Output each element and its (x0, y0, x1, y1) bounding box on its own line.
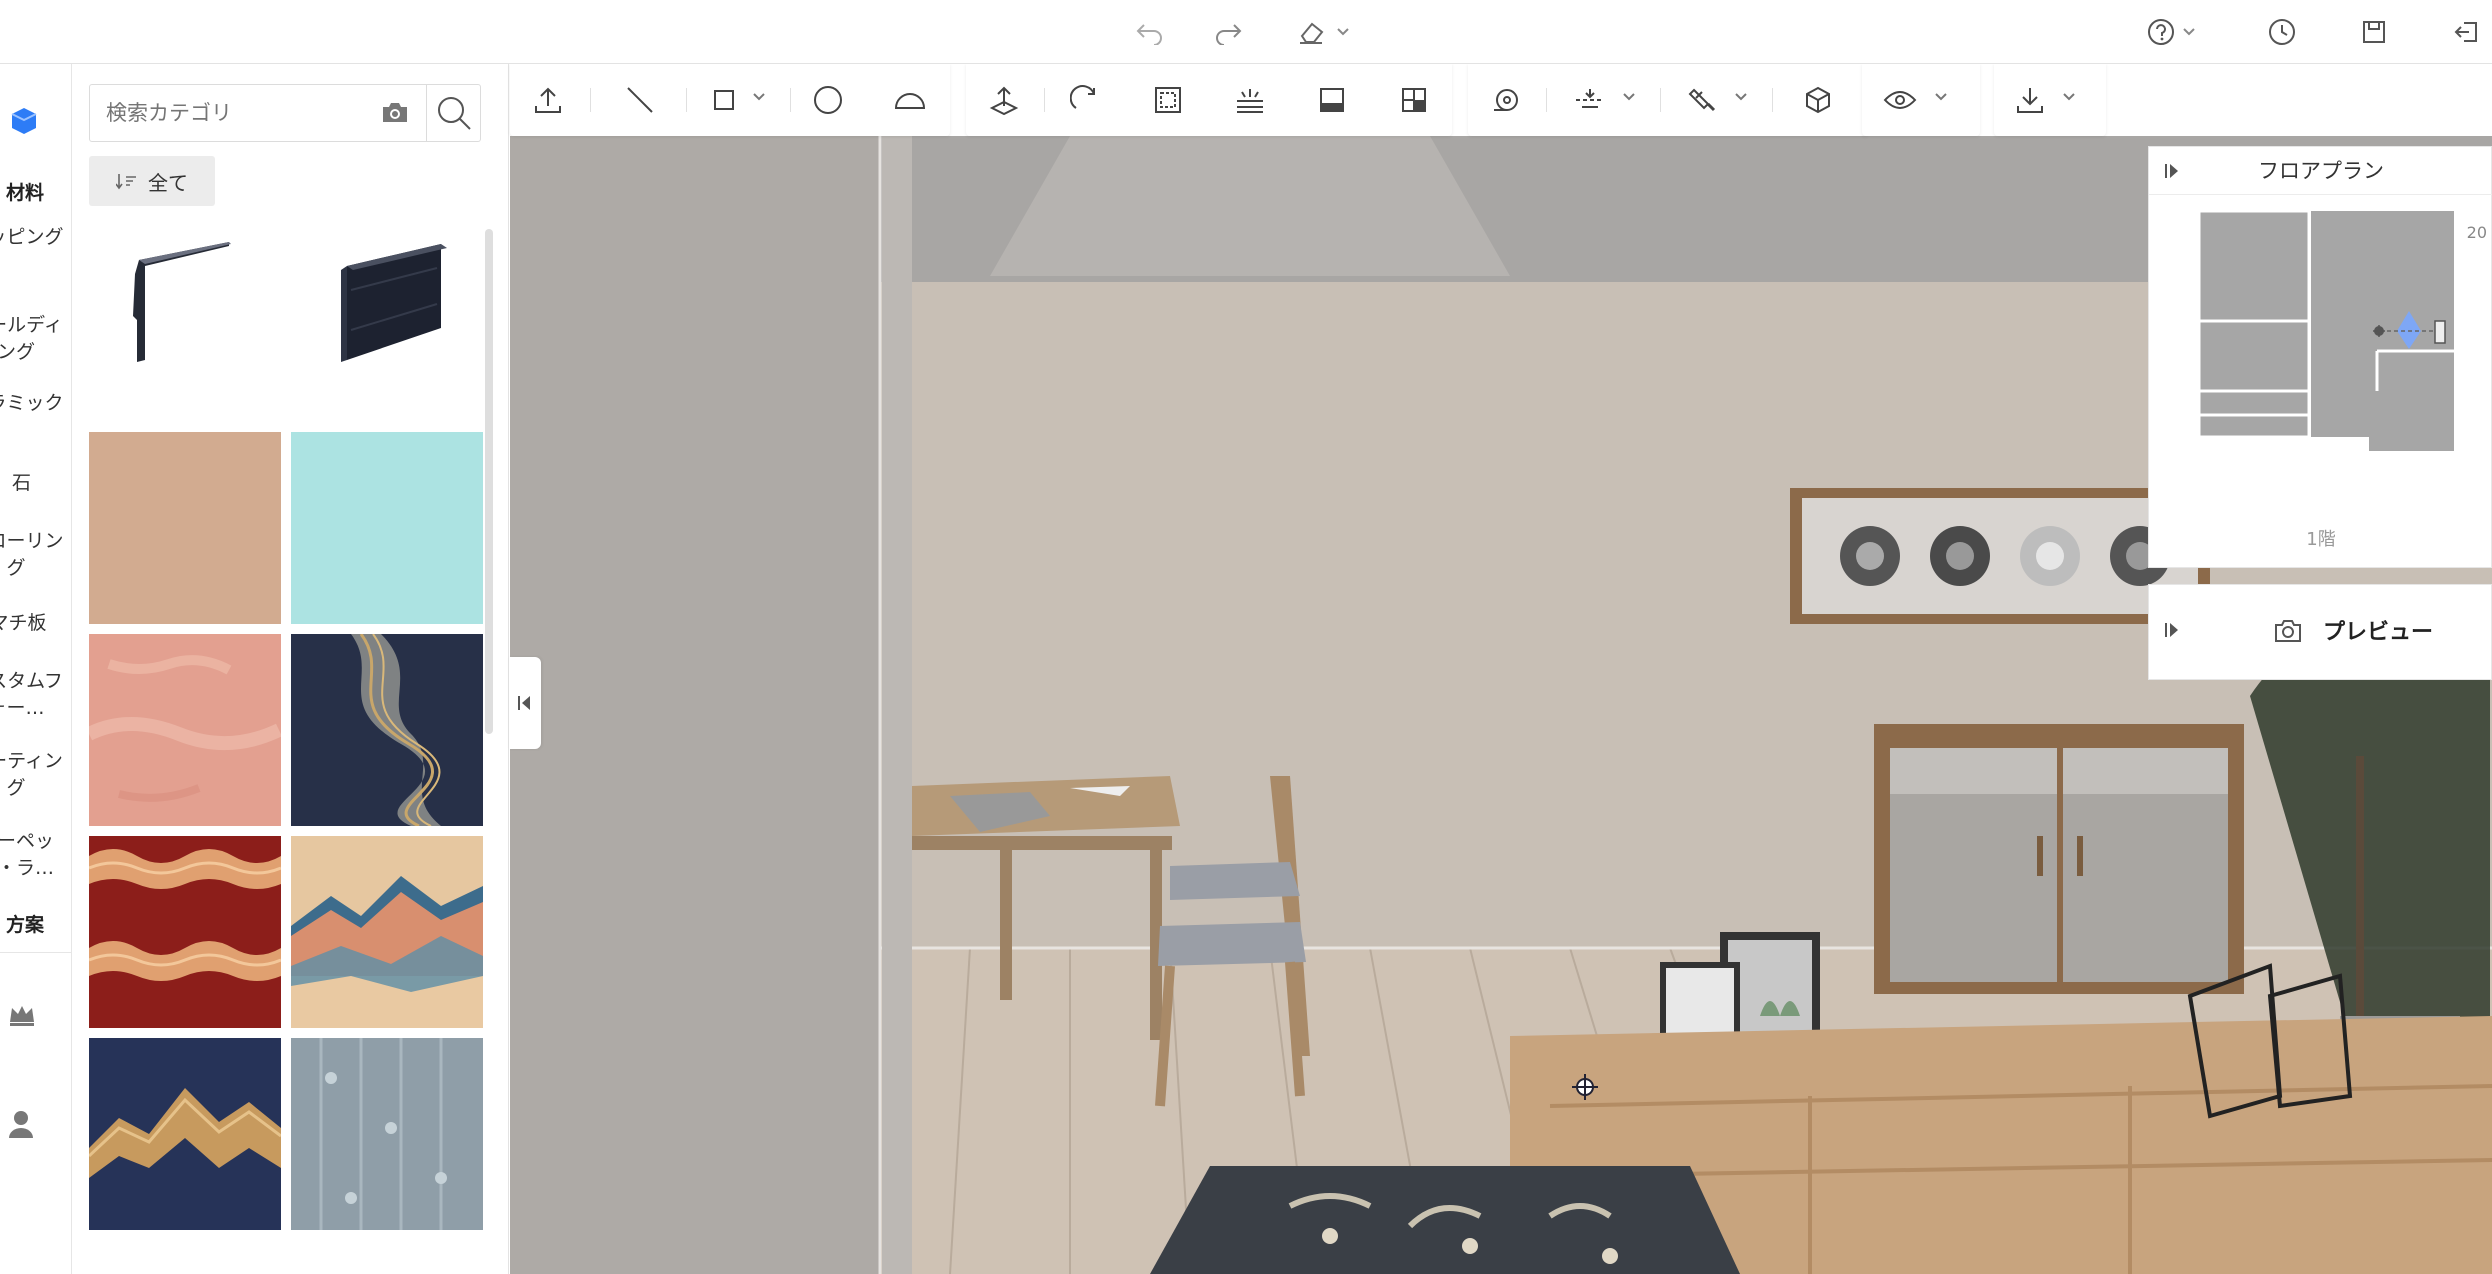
paint-brush-icon[interactable] (1680, 78, 1724, 122)
panel-scrollbar[interactable] (485, 229, 493, 734)
toolbar-group-tools (1468, 64, 1868, 136)
layout-icon[interactable] (1392, 78, 1436, 122)
rail-item-ceramic[interactable]: セラミック (0, 390, 71, 446)
user-icon[interactable] (6, 1108, 36, 1144)
arc-tool-icon[interactable] (888, 78, 932, 122)
material-tile-molding-profile[interactable] (89, 230, 281, 422)
material-tile-red-waves[interactable] (89, 836, 281, 1028)
floorplan-header: フロアプラン (2149, 147, 2492, 195)
exit-icon[interactable] (2446, 10, 2486, 54)
chevron-down-icon (2183, 28, 2195, 36)
material-tile-salmon[interactable] (89, 634, 281, 826)
search-button[interactable] (434, 93, 474, 137)
material-tile-tan[interactable] (89, 432, 281, 624)
rail-item-wrapping[interactable]: ラッピング (0, 224, 71, 280)
toolbar-divider (1772, 88, 1773, 112)
chevron-down-icon[interactable] (2062, 92, 2076, 102)
rail-item-custom-form[interactable]: カスタムフォー… (0, 668, 71, 724)
material-tile-navy-mountains[interactable] (89, 1038, 281, 1230)
toolbar-group-view (1862, 64, 1980, 136)
visibility-icon[interactable] (1878, 78, 1922, 122)
ceiling-light-icon[interactable] (1228, 78, 1272, 122)
toolbar-group-edit (966, 64, 1452, 136)
toolbar-divider (1660, 88, 1661, 112)
sort-icon (116, 174, 136, 190)
toolbar-divider (790, 88, 791, 112)
floorplan-title: フロアプラン (2258, 159, 2384, 183)
eraser-dropdown[interactable] (1288, 10, 1358, 54)
expand-toggle-icon[interactable] (2163, 621, 2181, 643)
search-box (89, 84, 481, 142)
floorplan-panel: フロアプラン 20 1階 (2148, 146, 2492, 568)
chevron-down-icon[interactable] (1734, 92, 1748, 102)
floor-label[interactable]: 1階 (2149, 525, 2492, 551)
select-area-icon[interactable] (1146, 78, 1190, 122)
redo-icon[interactable] (1208, 10, 1248, 54)
rail-item-coating[interactable]: コーティング (0, 748, 71, 804)
move-gizmo-icon[interactable] (1570, 1072, 1600, 1106)
save-icon[interactable] (2354, 10, 2394, 54)
toolbar-divider (686, 88, 687, 112)
search-input[interactable] (90, 85, 370, 141)
chevron-down-icon[interactable] (1622, 92, 1636, 102)
material-tile-navy-marble[interactable] (291, 634, 483, 826)
rail-item-panel[interactable]: マチ板 (0, 610, 71, 640)
floorplan-scale: 20 (2466, 223, 2487, 242)
rectangle-tool-icon[interactable] (702, 78, 746, 122)
chevron-down-icon[interactable] (1934, 92, 1948, 102)
rail-heading-materials[interactable]: 材料 (0, 180, 71, 207)
upload-icon[interactable] (526, 78, 570, 122)
rail-item-flooring[interactable]: フローリング (0, 528, 71, 584)
align-icon[interactable] (1568, 78, 1612, 122)
measure-tape-icon[interactable] (1484, 78, 1528, 122)
toolbar-group-draw (510, 64, 950, 136)
crown-icon[interactable] (6, 1000, 38, 1032)
rail-item-stone[interactable]: 石 (0, 470, 71, 500)
material-tile-grey-fabric[interactable] (291, 1038, 483, 1230)
rotate-tool-icon[interactable] (1064, 78, 1108, 122)
place-tool-icon[interactable] (982, 78, 1026, 122)
app-root: 材料 ラッピング モールディング セラミック 石 フローリング マチ板 カスタム… (0, 0, 2492, 1274)
rail-item-carpet[interactable]: カーペット・ラ… (0, 828, 71, 884)
material-tile-molding-panel[interactable] (291, 230, 483, 422)
filter-all-button[interactable]: 全て (89, 156, 215, 206)
camera-icon[interactable] (2273, 617, 2303, 649)
material-panel: 全て (73, 64, 509, 1274)
camera-search-icon[interactable] (380, 99, 410, 129)
preview-panel[interactable]: プレビュー (2148, 584, 2492, 680)
toolbar-divider (1546, 88, 1547, 112)
toolbar-divider (590, 88, 591, 112)
cube-icon[interactable] (1796, 78, 1840, 122)
toolbar-group-export (1994, 64, 2106, 136)
filter-all-label: 全て (148, 170, 188, 195)
help-icon (2148, 19, 2174, 45)
chevron-down-icon (1337, 28, 1349, 36)
material-tile-cream-mountains[interactable] (291, 836, 483, 1028)
top-bar (0, 0, 2492, 64)
materials-app-icon[interactable] (4, 100, 44, 140)
preview-title: プレビュー (2323, 620, 2434, 645)
eraser-icon (1300, 22, 1324, 44)
history-icon[interactable] (2262, 10, 2302, 54)
download-icon[interactable] (2008, 78, 2052, 122)
toolbar-divider (1044, 88, 1045, 112)
category-rail: 材料 ラッピング モールディング セラミック 石 フローリング マチ板 カスタム… (0, 64, 72, 1274)
rail-heading-plans[interactable]: 方案 (0, 912, 71, 939)
line-tool-icon[interactable] (618, 78, 662, 122)
help-dropdown[interactable] (2136, 10, 2206, 54)
floor-panel-icon[interactable] (1310, 78, 1354, 122)
search-divider (426, 85, 427, 141)
material-tile-aqua[interactable] (291, 432, 483, 624)
collapse-panel-button[interactable] (509, 657, 541, 749)
chevron-down-icon[interactable] (752, 92, 766, 102)
undo-icon[interactable] (1130, 10, 1170, 54)
rail-item-molding[interactable]: モールディング (0, 312, 71, 368)
collapse-left-icon (518, 696, 530, 710)
floorplan-map[interactable] (2199, 211, 2459, 461)
rail-divider (0, 952, 71, 953)
circle-tool-icon[interactable] (806, 78, 850, 122)
search-icon (438, 97, 471, 130)
